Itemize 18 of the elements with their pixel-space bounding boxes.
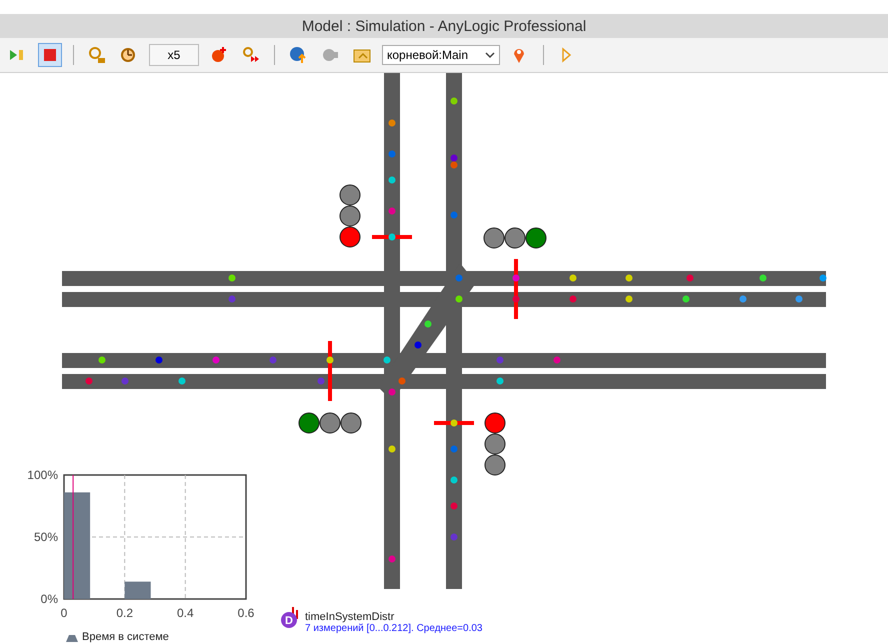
stop-icon	[43, 48, 57, 62]
statistics-summary: 7 измерений [0...0.212]. Среднее=0.03	[305, 623, 482, 634]
stop-button[interactable]	[38, 43, 62, 67]
speed-field[interactable]: x5	[149, 44, 199, 66]
axis-label: 100%	[27, 468, 58, 482]
caret-icon	[485, 51, 495, 59]
legend-icon	[66, 632, 78, 642]
axis-label: 0.6	[238, 606, 254, 620]
axis-label: 50%	[34, 530, 58, 544]
legend-label: Время в системе	[82, 631, 169, 643]
axis-label: 0.2	[116, 606, 133, 620]
axis-label: 0%	[40, 592, 58, 606]
axis-label: 0	[60, 606, 68, 620]
root-select[interactable]: корневой:Main	[382, 45, 500, 65]
statistics-name: timeInSystemDistr	[305, 611, 396, 623]
axis-label: 0.4	[177, 606, 194, 620]
histogram-bar	[124, 582, 151, 599]
window-title: Model : Simulation - AnyLogic Professional	[302, 18, 586, 34]
